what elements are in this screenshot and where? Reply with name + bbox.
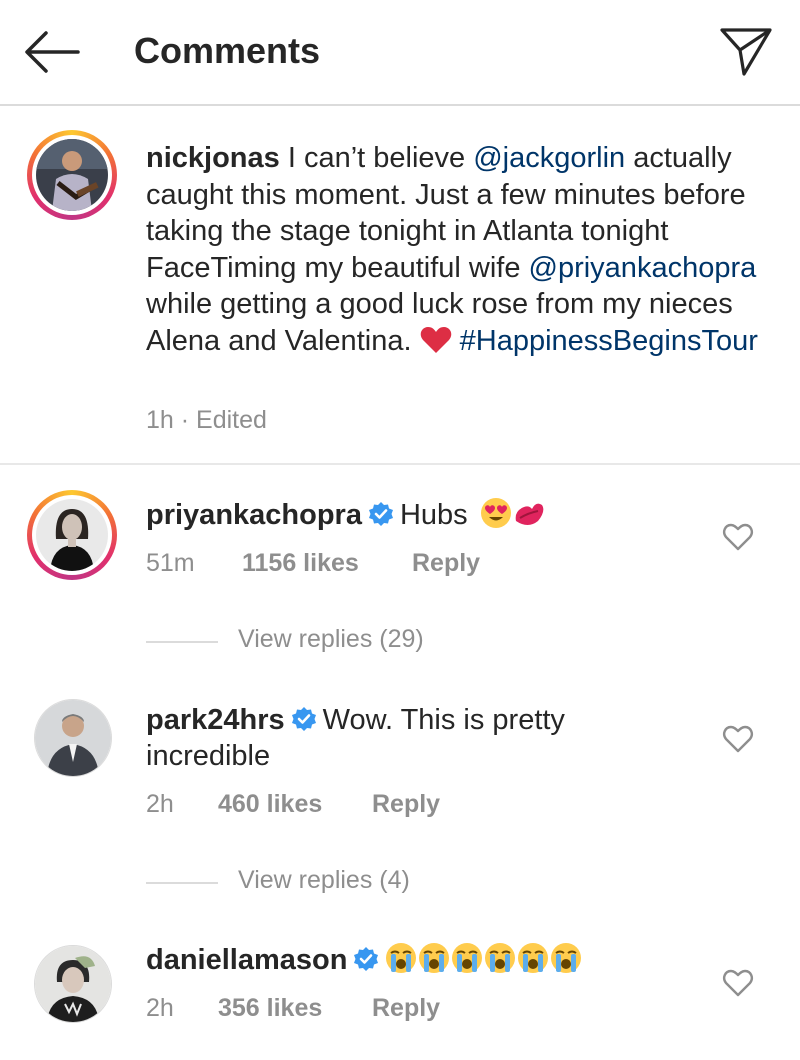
comment-body: daniellamason	[146, 942, 706, 978]
heart-outline-icon	[723, 969, 753, 997]
likes-count[interactable]: 1156 likes	[242, 549, 359, 578]
verified-badge-icon	[354, 947, 379, 972]
comment-username[interactable]: priyankachopra	[146, 499, 362, 531]
park24hrs-avatar-image	[35, 700, 111, 776]
comment-time: 51m	[146, 549, 195, 577]
edited-label: Edited	[196, 406, 267, 434]
paper-plane-icon	[720, 28, 772, 76]
mention-link[interactable]: @jackgorlin	[473, 142, 625, 174]
replies-divider-line	[146, 641, 218, 643]
nickjonas-avatar-image	[36, 139, 108, 211]
caption-avatar[interactable]	[27, 130, 117, 220]
loudly-crying-emoji-icon	[419, 943, 450, 973]
priyankachopra-avatar-image	[36, 499, 108, 571]
back-button[interactable]	[22, 28, 82, 76]
like-button[interactable]	[722, 968, 754, 998]
daniellamason-avatar-image	[35, 946, 111, 1022]
caption-divider	[0, 463, 800, 465]
comment-body: park24hrs Wow. This is pretty incredible	[146, 702, 676, 774]
reply-button[interactable]: Reply	[372, 994, 440, 1023]
comment-text: Hubs	[399, 499, 468, 531]
comment-body: priyankachopra Hubs	[146, 497, 706, 533]
loudly-crying-emoji-icon	[551, 943, 582, 973]
caption-username[interactable]: nickjonas	[146, 142, 280, 174]
view-replies-label[interactable]: View replies (29)	[238, 625, 424, 654]
caption-time: 1h	[146, 406, 174, 434]
replies-divider-line	[146, 882, 218, 884]
comment-username[interactable]: daniellamason	[146, 944, 347, 976]
comment-avatar[interactable]	[34, 945, 112, 1023]
comment-time: 2h	[146, 994, 174, 1022]
loudly-crying-emoji-icon	[386, 943, 417, 973]
heart-outline-icon	[723, 725, 753, 753]
share-button[interactable]	[718, 24, 774, 78]
kiss-mark-emoji-icon	[515, 503, 544, 525]
arrow-left-icon	[25, 31, 80, 73]
likes-count[interactable]: 460 likes	[218, 790, 322, 819]
heart-eyes-emoji-icon	[480, 498, 511, 528]
caption-text: nickjonas I can’t believe @jackgorlin ac…	[146, 140, 766, 359]
hashtag-link[interactable]: #HappinessBeginsTour	[460, 325, 758, 357]
loudly-crying-emoji-icon	[485, 943, 516, 973]
reply-button[interactable]: Reply	[412, 549, 480, 578]
comment-avatar[interactable]	[34, 699, 112, 777]
loudly-crying-emoji-icon	[452, 943, 483, 973]
comment-time: 2h	[146, 790, 174, 818]
meta-separator: ·	[180, 406, 190, 434]
mention-link[interactable]: @priyankachopra	[529, 252, 757, 284]
red-heart-emoji-icon	[420, 326, 451, 353]
top-bar: Comments	[0, 0, 800, 106]
view-replies-label[interactable]: View replies (4)	[238, 866, 410, 895]
like-button[interactable]	[722, 522, 754, 552]
like-button[interactable]	[722, 724, 754, 754]
heart-outline-icon	[723, 523, 753, 551]
loudly-crying-emoji-icon	[518, 943, 549, 973]
caption-meta: 1h · Edited	[146, 406, 267, 435]
reply-button[interactable]: Reply	[372, 790, 440, 819]
likes-count[interactable]: 356 likes	[218, 994, 322, 1023]
verified-badge-icon	[368, 502, 393, 527]
comment-avatar[interactable]	[27, 490, 117, 580]
caption-text-part: I can’t believe	[279, 142, 474, 174]
crying-emoji-group	[385, 943, 583, 976]
page-title: Comments	[134, 30, 321, 71]
comment-username[interactable]: park24hrs	[146, 704, 285, 736]
verified-badge-icon	[291, 707, 316, 732]
